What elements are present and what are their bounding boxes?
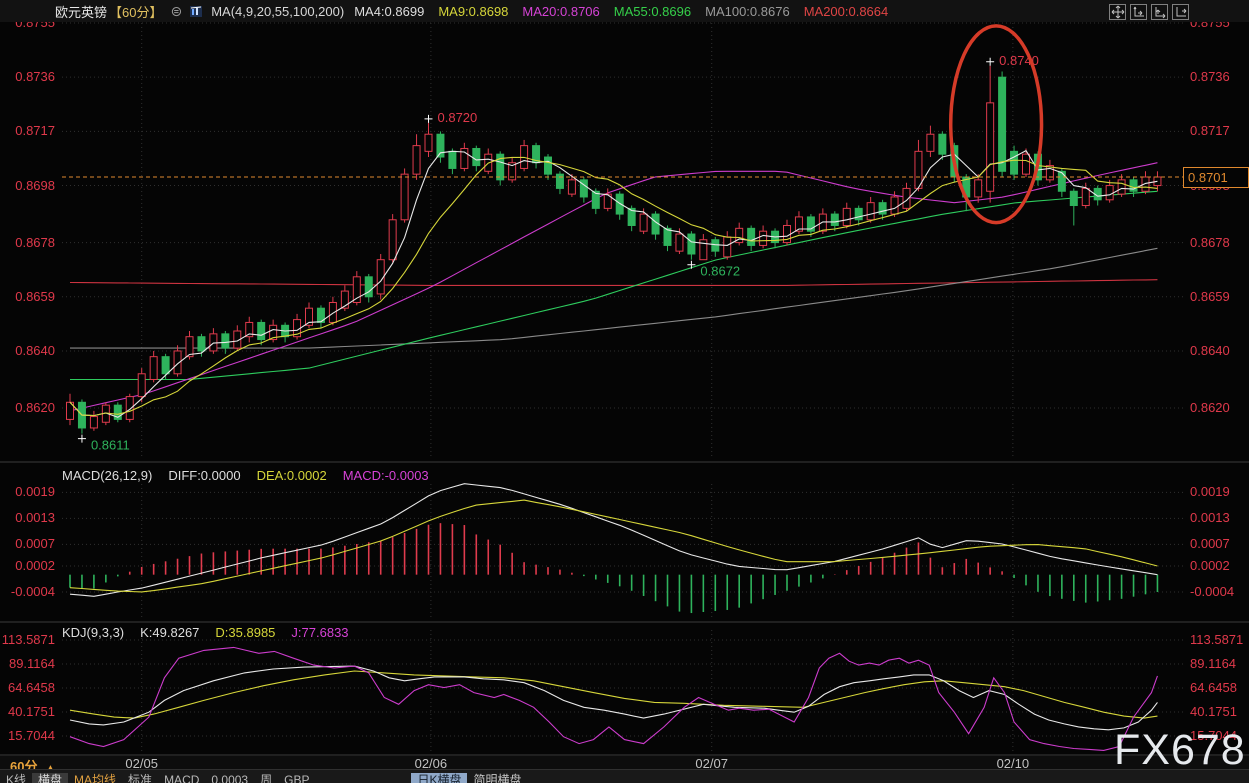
macd-axis-tick: 0.0013	[1190, 511, 1248, 525]
macd-group	[70, 523, 1157, 613]
kdj-axis-tick: 40.1751	[0, 705, 55, 719]
axis-shift-icon[interactable]	[1172, 4, 1189, 20]
price-axis-tick: 0.8736	[1190, 70, 1248, 84]
macd-axis-tick: -0.0004	[1190, 585, 1248, 599]
macd-value-label: MACD(26,12,9)	[62, 468, 152, 483]
timeframe-label[interactable]: 【60分】	[109, 2, 162, 21]
bottom-toolbar: K线横盘MA均线标准MACD0.0003周GBP 日K横盘简明横盘	[0, 769, 1249, 783]
ma-value-label: MA9:0.8698	[438, 4, 508, 19]
macd-value-label: DEA:0.0002	[257, 468, 327, 483]
chart-tool-icons	[1109, 4, 1189, 20]
instrument-title: 欧元英镑	[55, 2, 107, 21]
kdj-axis-tick: 64.6458	[0, 681, 55, 695]
kdj-axis-tick: 15.7044	[0, 729, 55, 743]
macd-axis-tick: 0.0007	[0, 537, 55, 551]
ma200-line	[70, 280, 1157, 286]
extreme-label: 0.8611	[91, 438, 130, 453]
ma-value-label: MA55:0.8696	[614, 4, 691, 19]
toolbar-item[interactable]: 日K横盘	[411, 773, 467, 783]
price-axis-tick: 0.8640	[1190, 344, 1248, 358]
macd-axis-tick: 0.0007	[1190, 537, 1248, 551]
price-axis-tick: 0.8698	[0, 179, 55, 193]
macd-value-label: DIFF:0.0000	[168, 468, 240, 483]
price-axis-tick: 0.8659	[0, 290, 55, 304]
extreme-label: 0.8672	[700, 264, 740, 279]
highlight-ellipse-annotation	[951, 26, 1042, 223]
ma20-line	[70, 163, 1157, 411]
price-axis-tick: 0.8736	[0, 70, 55, 84]
macd-axis-tick: -0.0004	[0, 585, 55, 599]
k-line	[70, 666, 1157, 730]
pan-tool-icon[interactable]	[1109, 4, 1126, 20]
extreme-cross-icon	[78, 435, 86, 443]
extreme-cross-icon	[425, 115, 433, 123]
kdj-axis-tick: 40.1751	[1190, 705, 1248, 719]
watermark: FX678	[1114, 726, 1246, 775]
kdj-value-label: K:49.8267	[140, 625, 199, 640]
price-axis-tick: 0.8640	[0, 344, 55, 358]
ma-value-label: MA20:0.8706	[522, 4, 599, 19]
last-price-badge: 0.8701	[1183, 167, 1249, 188]
toolbar-item[interactable]: 简明横盘	[467, 773, 527, 783]
price-axis-tick: 0.8717	[0, 124, 55, 138]
extreme-label: 0.8720	[438, 110, 478, 125]
diff-line	[70, 484, 1157, 597]
chart-header: 欧元英镑 【60分】 ⊜ MA(4,9,20,55,100,200) MA4:0…	[0, 0, 1249, 22]
time-axis: 60分▲ 02/0502/0602/0702/10	[0, 756, 1249, 770]
ma-value-label: MA100:0.8676	[705, 4, 790, 19]
macd-axis-tick: 0.0013	[0, 511, 55, 525]
kdj-axis-tick: 64.6458	[1190, 681, 1248, 695]
toolbar-item[interactable]: 标准	[122, 773, 158, 783]
toolbar-item[interactable]: MACD	[158, 773, 205, 783]
macd-axis-tick: 0.0019	[0, 485, 55, 499]
price-axis-tick: 0.8620	[0, 401, 55, 415]
ma-value-label: MA4:0.8699	[354, 4, 424, 19]
macd-panel-header: MACD(26,12,9) DIFF:0.0000 DEA:0.0002 MACD:-…	[62, 468, 429, 483]
kdj-value-label: KDJ(9,3,3)	[62, 625, 124, 640]
ma-values: MA4:0.8699 MA9:0.8698 MA20:0.8706 MA55:0.86…	[354, 4, 888, 19]
chart-canvas[interactable]: 0.87400.87200.86110.8672	[0, 0, 1249, 783]
kdj-value-label: D:35.8985	[215, 625, 275, 640]
toolbar-item[interactable]: GBP	[278, 773, 315, 783]
kdj-value-label: J:77.6833	[291, 625, 348, 640]
toolbar-item[interactable]: 周	[254, 773, 278, 783]
ma-value-label: MA200:0.8664	[804, 4, 889, 19]
toolbar-item[interactable]: 横盘	[32, 773, 68, 783]
ma-group-label: MA(4,9,20,55,100,200)	[211, 4, 344, 19]
macd-value-label: MACD:-0.0003	[343, 468, 429, 483]
extreme-cross-icon	[687, 261, 695, 269]
kdj-axis-tick: 113.5871	[1190, 633, 1248, 647]
axis-scale-left-icon[interactable]	[1130, 4, 1147, 20]
axis-scale-right-icon[interactable]	[1151, 4, 1168, 20]
j-line	[70, 647, 1157, 750]
kdj-axis-tick: 113.5871	[0, 633, 55, 647]
menu-circle-icon[interactable]: ⊜	[170, 3, 182, 20]
macd-axis-tick: 0.0002	[1190, 559, 1248, 573]
dea-line	[70, 500, 1157, 592]
chart-style-icon[interactable]	[190, 5, 203, 18]
price-axis-tick: 0.8620	[1190, 401, 1248, 415]
toolbar-item[interactable]: 0.0003	[205, 773, 254, 783]
macd-axis-tick: 0.0002	[0, 559, 55, 573]
kdj-axis-tick: 89.1164	[1190, 657, 1248, 671]
candles-group	[67, 66, 1161, 434]
trading-chart-app: 0.87400.87200.86110.8672 欧元英镑 【60分】 ⊜ MA…	[0, 0, 1249, 783]
price-axis-tick: 0.8717	[1190, 124, 1248, 138]
macd-axis-tick: 0.0019	[1190, 485, 1248, 499]
ma100-line	[70, 248, 1157, 348]
toolbar-item[interactable]: MA均线	[68, 773, 122, 783]
toolbar-item[interactable]: K线	[0, 773, 32, 783]
price-axis-tick: 0.8678	[0, 236, 55, 250]
extreme-cross-icon	[986, 58, 994, 66]
price-axis-tick: 0.8659	[1190, 290, 1248, 304]
ma9-line	[70, 157, 1157, 415]
kdj-panel-header: KDJ(9,3,3) K:49.8267 D:35.8985 J:77.6833	[62, 625, 349, 640]
kdj-axis-tick: 89.1164	[0, 657, 55, 671]
price-axis-tick: 0.8678	[1190, 236, 1248, 250]
